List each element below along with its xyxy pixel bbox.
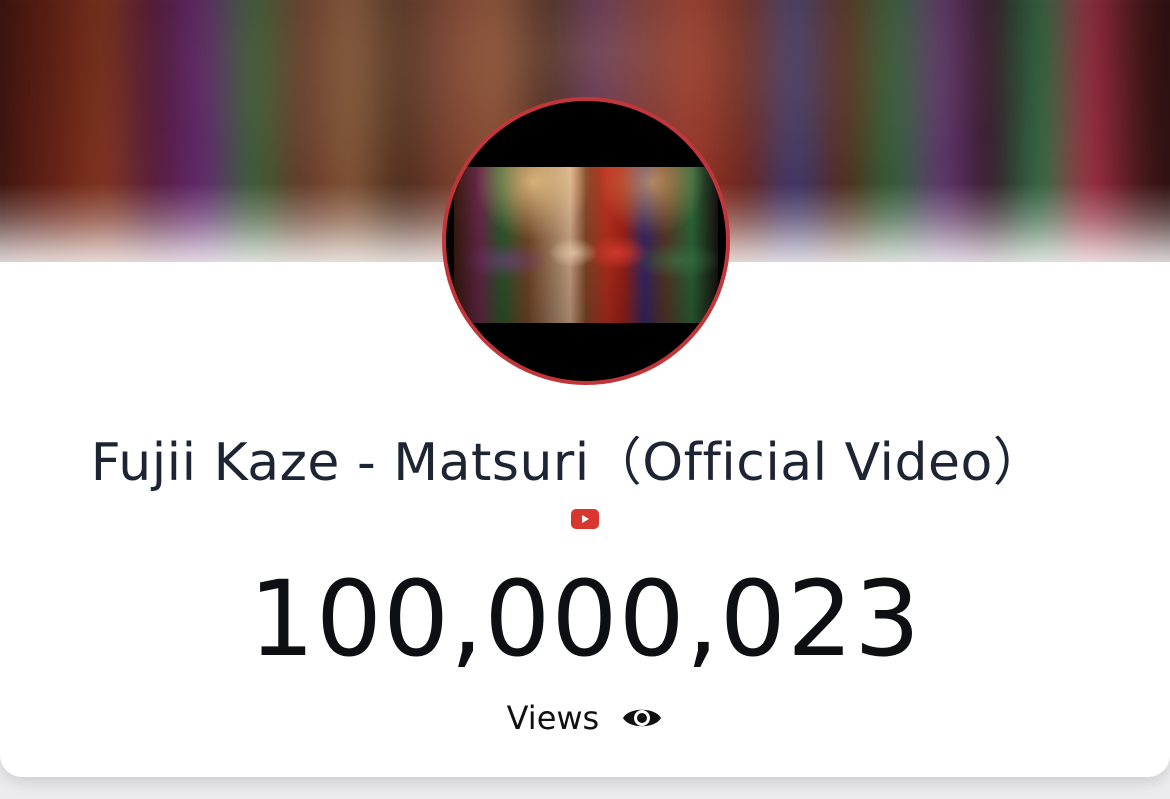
thumbnail-figures: [454, 167, 718, 323]
video-title[interactable]: Fujii Kaze - Matsuri（Official Video）: [0, 420, 1136, 495]
eye-icon: [621, 703, 663, 733]
views-row: Views: [0, 697, 1170, 737]
video-stats-card: Fujii Kaze - Matsuri（Official Video） 100…: [0, 0, 1170, 777]
youtube-icon: [571, 509, 599, 529]
views-label: Views: [506, 699, 600, 737]
view-count: 100,000,023: [248, 558, 922, 680]
video-thumbnail-avatar[interactable]: [442, 97, 730, 385]
